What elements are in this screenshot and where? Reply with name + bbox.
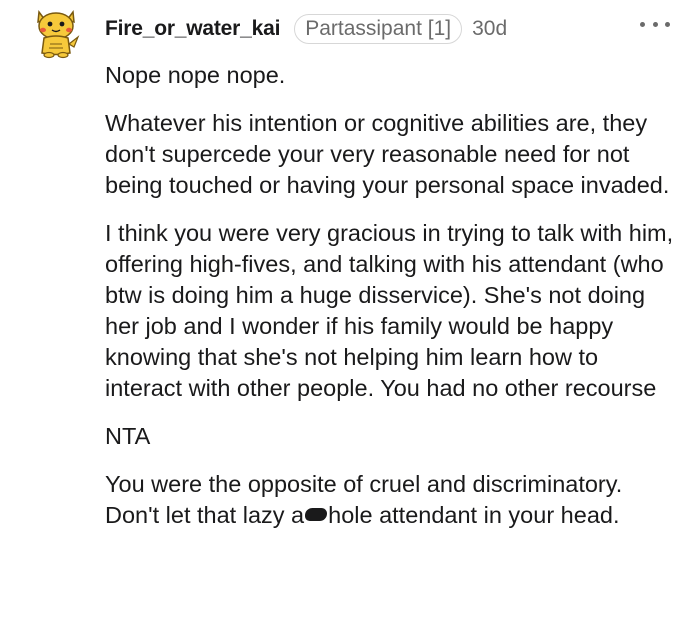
snoo-avatar-icon <box>37 10 80 59</box>
more-options-button[interactable] <box>640 16 670 32</box>
comment-body: Nope nope nope. Whatever his intention o… <box>105 60 680 548</box>
ellipsis-horizontal-icon <box>652 21 658 27</box>
comment-paragraph: Nope nope nope. <box>105 62 286 88</box>
comment-paragraph: Whatever his intention or cognitive abil… <box>105 110 670 198</box>
comment: Fire_or_water_kai Partassipant [1] 30d N… <box>0 0 700 636</box>
comment-paragraph: I think you were very gracious in trying… <box>105 220 674 401</box>
ellipsis-horizontal-icon <box>665 21 670 27</box>
username-link[interactable]: Fire_or_water_kai <box>105 17 280 41</box>
user-flair-badge: Partassipant [1] <box>294 14 463 44</box>
comment-text: hole attendant in your head. <box>328 502 620 528</box>
censor-blot <box>305 508 328 521</box>
comment-paragraph: NTA <box>105 423 151 449</box>
ellipsis-horizontal-icon <box>640 21 645 27</box>
avatar[interactable] <box>30 6 82 60</box>
comment-timestamp[interactable]: 30d <box>472 17 507 41</box>
comment-paragraph: You were the opposite of cruel and discr… <box>105 469 680 531</box>
comment-header: Fire_or_water_kai Partassipant [1] 30d <box>105 14 507 44</box>
